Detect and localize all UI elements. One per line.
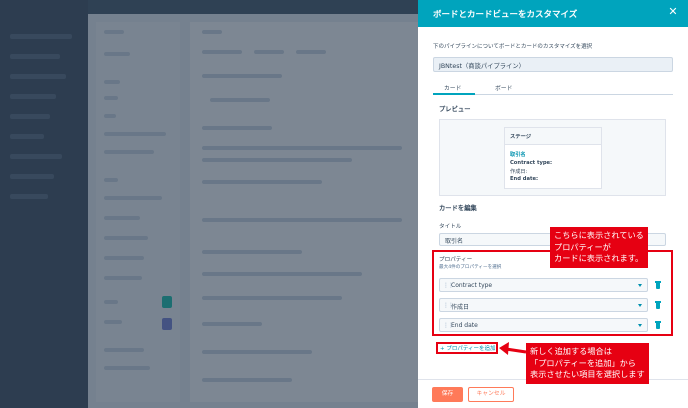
modal-overlay[interactable]: [0, 0, 418, 408]
edit-card-heading: カードを編集: [439, 205, 477, 212]
save-button[interactable]: 保存: [432, 387, 463, 402]
callout-line: 「プロパティーを追加」から: [530, 357, 636, 368]
card-preview: ステージ 取引名 Contract type: 作成日: End date:: [439, 119, 666, 196]
tab-bar: カード ボード: [433, 80, 673, 95]
callout-line: こちらに表示されている: [554, 230, 644, 240]
panel-title: ボードとカードビューをカスタマイズ: [433, 10, 578, 20]
add-property-highlight-frame: [436, 342, 498, 354]
card-deal-name: 取引名: [510, 152, 526, 158]
panel-description: 下のパイプラインについてボードとカードのカスタマイズを選択: [433, 44, 593, 50]
callout-line: 新しく追加する場合は: [530, 346, 612, 356]
card-line-contract-type: Contract type:: [510, 160, 553, 166]
preview-heading: プレビュー: [439, 106, 471, 113]
callout-properties: こちらに表示されている プロパティーが カードに表示されます。: [550, 227, 648, 268]
active-tab-indicator: [433, 93, 475, 95]
cancel-button[interactable]: キャンセル: [468, 387, 514, 402]
callout-line: プロパティーが: [554, 241, 611, 252]
tab-board[interactable]: ボード: [495, 83, 512, 92]
callout-line: 表示させたい項目を選択します: [530, 369, 645, 379]
callout-add-property: 新しく追加する場合は 「プロパティーを追加」から 表示させたい項目を選択します: [526, 343, 649, 384]
tab-card[interactable]: カード: [444, 83, 461, 92]
close-icon[interactable]: ✕: [666, 5, 680, 19]
callout-line: カードに表示されます。: [554, 253, 644, 263]
preview-card: ステージ 取引名 Contract type: 作成日: End date:: [504, 127, 602, 189]
pipeline-select[interactable]: JBNtest（商談パイプライン）: [433, 57, 673, 72]
card-stage: ステージ: [505, 128, 601, 145]
panel-header: ボードとカードビューをカスタマイズ ✕: [418, 0, 688, 27]
card-line-end-date: End date:: [510, 176, 539, 182]
title-label: タイトル: [439, 224, 462, 230]
card-line-created-date: 作成日:: [510, 169, 528, 175]
